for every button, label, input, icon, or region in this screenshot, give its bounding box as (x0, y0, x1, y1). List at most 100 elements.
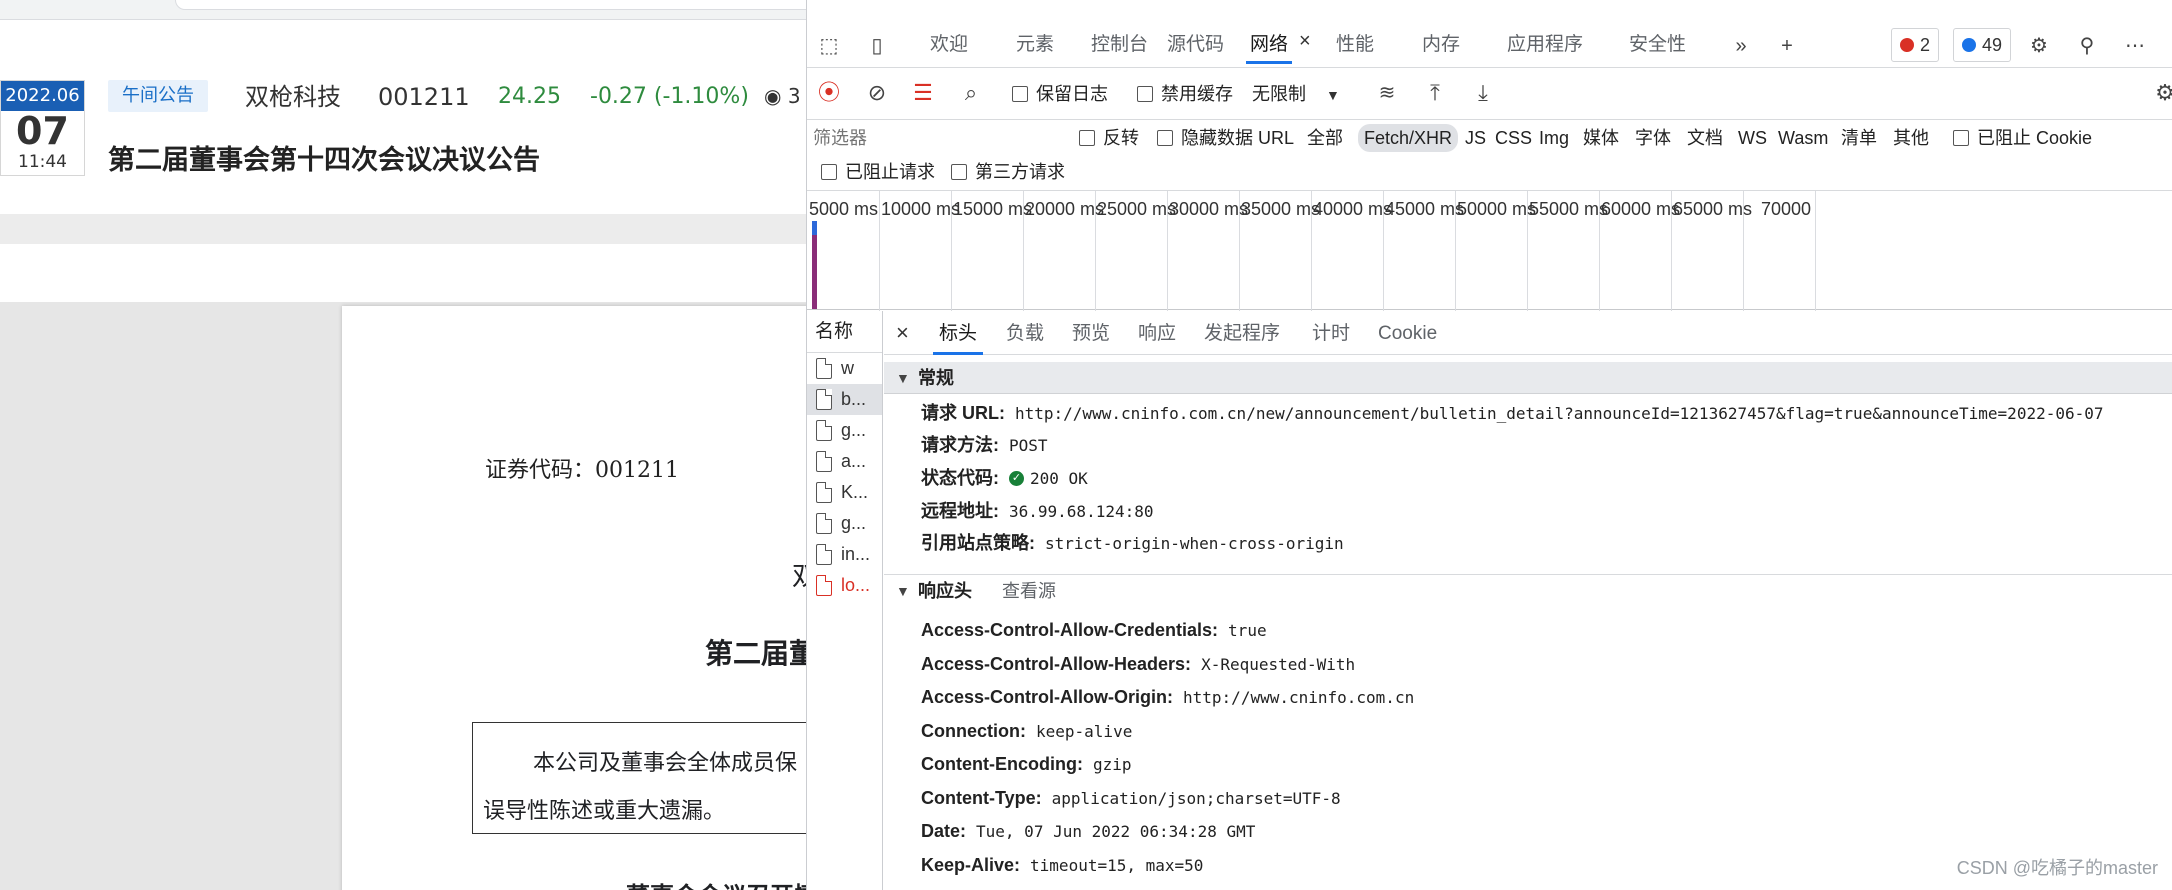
checkbox-icon (1137, 86, 1153, 102)
request-name: g... (841, 420, 867, 440)
import-har-icon[interactable]: ⤒ (1421, 76, 1449, 110)
customize-icon[interactable]: ⚲ (2073, 32, 2101, 60)
blocked-requests-checkbox[interactable]: 已阻止请求 (821, 158, 935, 186)
response-headers-title: 响应头 (918, 581, 972, 601)
tab-console[interactable]: 控制台 (1091, 28, 1148, 62)
filter-bar-secondary: 已阻止请求 第三方请求 (807, 156, 2172, 190)
clear-icon[interactable]: ⊘ (863, 76, 891, 110)
tab-network[interactable]: 网络 (1245, 28, 1293, 64)
network-overview-timeline[interactable]: 5000 ms 10000 ms 15000 ms 20000 ms 25000 ms 3… (807, 190, 2172, 311)
invert-checkbox[interactable]: 反转 (1079, 124, 1139, 152)
tab-preview[interactable]: 预览 (1072, 319, 1110, 349)
document-icon (816, 513, 832, 534)
tab-performance[interactable]: 性能 (1336, 28, 1374, 62)
tab-headers[interactable]: 标头 (932, 319, 984, 355)
throttle-select[interactable]: 无限制 ▼ (1252, 80, 1340, 108)
message-count: 49 (1982, 35, 2003, 55)
add-tab-icon[interactable]: + (1773, 32, 1801, 60)
tab-welcome[interactable]: 欢迎 (930, 28, 968, 62)
pdf-statement-line1: 本公司及董事会全体成员保 (533, 751, 798, 776)
filter-type-wasm[interactable]: Wasm (1778, 124, 1828, 152)
tab-elements[interactable]: 元素 (1016, 28, 1054, 62)
export-har-icon[interactable]: ⤓ (1469, 76, 1497, 110)
filter-icon[interactable]: ☰ (909, 76, 937, 110)
inspect-element-icon[interactable]: ⬚ (815, 32, 843, 60)
network-settings-icon[interactable]: ⚙ (2151, 76, 2172, 110)
search-icon[interactable]: ⌕ (957, 76, 985, 110)
tab-response[interactable]: 响应 (1138, 319, 1176, 349)
request-list-header[interactable]: 名称 (807, 311, 882, 353)
request-name: lo... (841, 575, 871, 595)
third-party-checkbox[interactable]: 第三方请求 (951, 158, 1065, 186)
response-header-row: Access-Control-Allow-Headers: X-Requested… (921, 649, 1355, 679)
tab-memory[interactable]: 内存 (1422, 28, 1460, 62)
filter-type-fetch-xhr[interactable]: Fetch/XHR (1358, 124, 1459, 152)
filter-type-doc[interactable]: 文档 (1687, 124, 1723, 152)
gear-icon[interactable]: ⚙ (2025, 32, 2053, 60)
filter-type-media[interactable]: 媒体 (1583, 124, 1619, 152)
third-party-label: 第三方请求 (975, 162, 1065, 182)
request-row[interactable]: g... (807, 415, 882, 446)
error-badge[interactable]: 2 (1891, 28, 1940, 62)
more-tabs-icon[interactable]: » (1727, 32, 1755, 60)
eye-icon: ◉ (764, 84, 782, 108)
response-headers-section-header[interactable]: ▼ 响应头 查看源 (884, 574, 2172, 606)
request-row[interactable]: w (807, 353, 882, 384)
view-source-link[interactable]: 查看源 (1002, 581, 1056, 601)
general-section-header[interactable]: ▼ 常规 (884, 362, 2172, 394)
filter-type-manifest[interactable]: 清单 (1841, 124, 1877, 152)
pdf-statement-line2: 误导性陈述或重大遗漏。 (483, 799, 726, 824)
device-emulation-icon[interactable]: ▯ (863, 32, 891, 60)
request-row[interactable]: a... (807, 446, 882, 477)
tab-cookies[interactable]: Cookie (1378, 319, 1437, 349)
filter-type-css[interactable]: CSS (1495, 124, 1532, 152)
pdf-section-heading: 一、董事会会议召开情况 (578, 876, 806, 890)
more-options-icon[interactable]: ⋯ (2121, 32, 2149, 60)
request-method-value: POST (1009, 436, 1048, 455)
filter-type-img[interactable]: Img (1539, 124, 1569, 152)
hide-data-urls-checkbox[interactable]: 隐藏数据 URL (1157, 124, 1294, 152)
tab-application[interactable]: 应用程序 (1507, 28, 1583, 62)
document-icon (816, 389, 832, 410)
network-conditions-icon[interactable]: ≋ (1373, 76, 1401, 110)
document-icon (816, 544, 832, 565)
header-value: Tue, 07 Jun 2022 06:34:28 GMT (976, 822, 1256, 841)
address-bar[interactable] (175, 0, 806, 10)
request-row[interactable]: in... (807, 539, 882, 570)
message-badge[interactable]: 49 (1953, 28, 2012, 62)
timeline-label: 40000 ms (1313, 199, 1393, 219)
filter-type-font[interactable]: 字体 (1635, 124, 1671, 152)
timeline-gridline (879, 191, 880, 311)
response-header-row: Content-Encoding: gzip (921, 749, 1132, 779)
timeline-label: 30000 ms (1169, 199, 1249, 219)
tab-security[interactable]: 安全性 (1629, 28, 1686, 62)
timeline-label: 10000 ms (881, 199, 961, 219)
tab-timing[interactable]: 计时 (1312, 319, 1350, 349)
filter-input[interactable] (813, 124, 1075, 152)
filter-type-other[interactable]: 其他 (1893, 124, 1929, 152)
tab-sources[interactable]: 源代码 (1167, 28, 1224, 62)
filter-type-ws[interactable]: WS (1738, 124, 1767, 152)
close-tab-icon[interactable]: × (1299, 30, 1311, 53)
filter-type-all[interactable]: 全部 (1307, 124, 1343, 152)
request-row[interactable]: lo... (807, 570, 882, 601)
preserve-log-checkbox[interactable]: 保留日志 (1012, 80, 1108, 108)
tab-initiator[interactable]: 发起程序 (1204, 319, 1280, 349)
filter-type-js[interactable]: JS (1465, 124, 1486, 152)
close-icon[interactable]: × (896, 320, 909, 346)
disable-cache-checkbox[interactable]: 禁用缓存 (1137, 80, 1233, 108)
record-icon[interactable]: ⦿ (815, 76, 843, 110)
view-count-value: 3 (787, 84, 801, 108)
request-row[interactable]: K... (807, 477, 882, 508)
tab-payload[interactable]: 负载 (1006, 319, 1044, 349)
timeline-label: 50000 ms (1457, 199, 1537, 219)
pdf-company-line: 双 (792, 562, 806, 592)
date-year-month: 2022.06 (1, 81, 84, 111)
request-row[interactable]: b... (807, 384, 882, 415)
response-header-row: Content-Type: application/json;charset=UT… (921, 783, 1341, 813)
stock-name[interactable]: 双枪科技 (245, 80, 341, 114)
request-row[interactable]: g... (807, 508, 882, 539)
timeline-label: 20000 ms (1025, 199, 1105, 219)
blocked-cookies-checkbox[interactable]: 已阻止 Cookie (1953, 124, 2092, 152)
document-icon (816, 451, 832, 472)
